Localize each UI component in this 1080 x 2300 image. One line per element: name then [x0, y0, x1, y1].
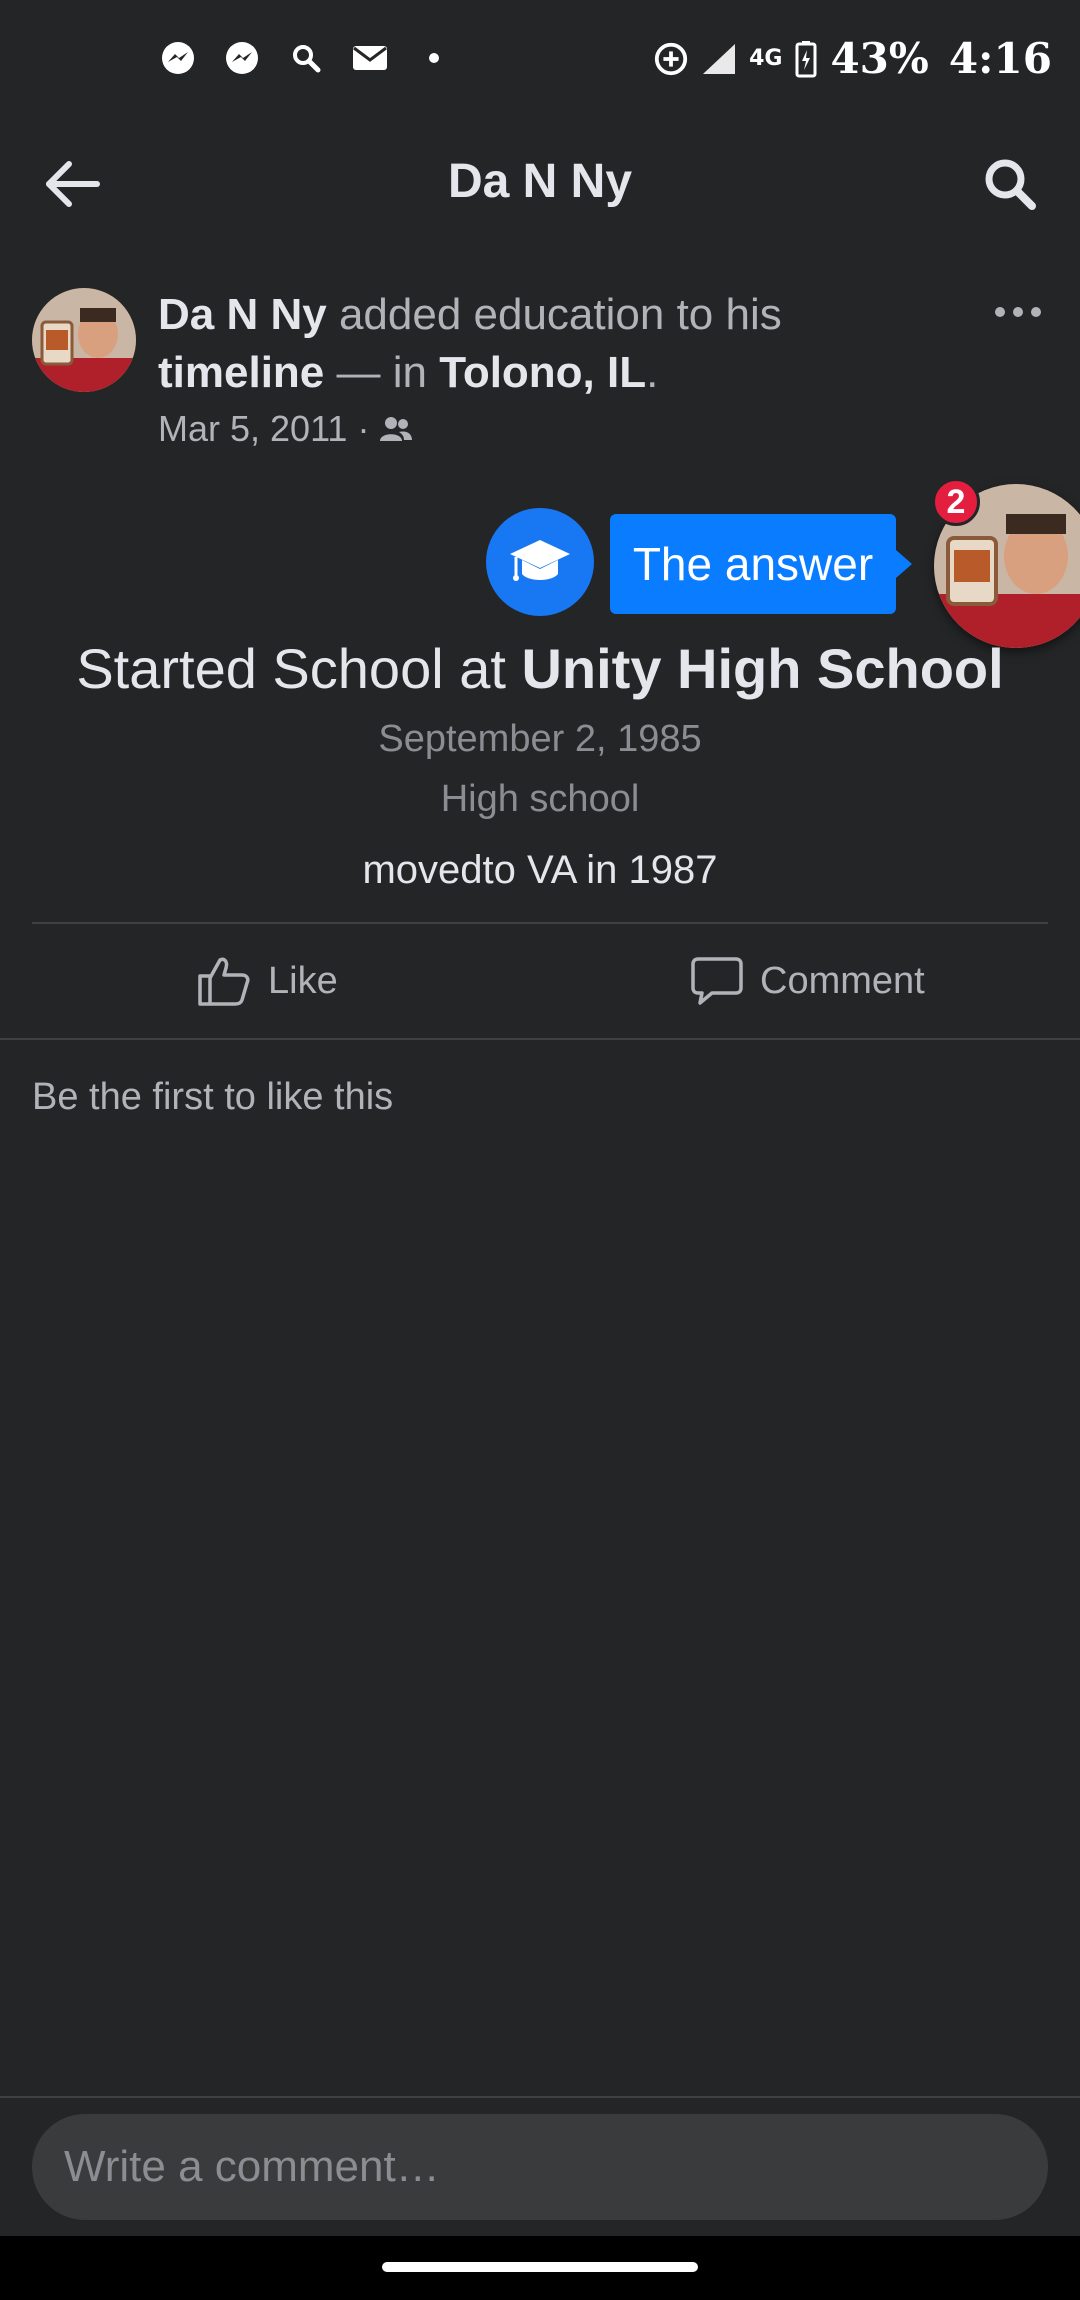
divider [0, 2096, 1080, 2098]
event-date: September 2, 1985 [378, 718, 702, 760]
more-icon [995, 307, 1041, 317]
comment-label: Comment [760, 959, 925, 1002]
network-type: 4G [749, 46, 783, 71]
clock: 4:16 [948, 34, 1052, 83]
comment-button[interactable]: Comment [690, 948, 925, 1014]
author-name[interactable]: Da N Ny [158, 290, 327, 339]
search-icon [288, 40, 324, 76]
post-meta: Mar 5, 2011 · [158, 408, 413, 450]
post-date[interactable]: Mar 5, 2011 · [158, 408, 369, 450]
end-punct: . [646, 348, 659, 397]
thumbs-up-icon [198, 957, 250, 1006]
top-navigation: Da N Ny [0, 130, 1080, 230]
signal-icon [701, 41, 737, 77]
comment-icon [691, 957, 743, 1005]
action-text: added education to his [326, 290, 782, 339]
system-status: 4G 43% 4:16 [653, 34, 1052, 83]
mail-icon [352, 40, 388, 76]
event-title: Started School at Unity High School [0, 636, 1080, 701]
graduation-cap-icon [510, 540, 570, 581]
divider [0, 1038, 1080, 1040]
location-link[interactable]: Tolono, IL [439, 348, 646, 397]
event-type: High school [440, 778, 640, 820]
school-name[interactable]: Unity High School [521, 637, 1003, 700]
event-description: movedto VA in 1987 [362, 848, 718, 892]
search-icon [985, 159, 1036, 210]
page-title: Da N Ny [447, 155, 633, 208]
avatar[interactable] [32, 288, 136, 392]
battery-percent: 43% [830, 34, 929, 83]
like-button[interactable]: Like [196, 948, 338, 1014]
post-header: Da N Ny added education to his timeline … [0, 280, 1080, 450]
chat-bubble[interactable]: The answer [610, 514, 912, 614]
status-bar: 4G 43% 4:16 [0, 0, 1080, 122]
home-gesture-bar[interactable] [382, 2262, 698, 2272]
dot-icon [416, 40, 452, 76]
system-navigation-bar [0, 2236, 1080, 2300]
friends-icon [380, 417, 413, 441]
data-saver-icon [653, 41, 689, 77]
separator-text: — in [324, 348, 440, 397]
more-options-button[interactable] [986, 294, 1050, 330]
unread-badge: 2 [932, 478, 980, 526]
messenger-icon [224, 40, 260, 76]
timeline-link[interactable]: timeline [158, 348, 324, 397]
reactions-summary: Be the first to like this [32, 1076, 394, 1118]
post-actions: Like Comment [0, 924, 1080, 1038]
event-title-prefix: Started School at [76, 637, 522, 700]
messenger-icon [160, 40, 196, 76]
battery-icon [794, 40, 818, 77]
post-headline: Da N Ny added education to his timeline … [158, 286, 958, 402]
notification-icons [160, 40, 452, 76]
education-badge [486, 508, 594, 616]
like-label: Like [268, 959, 338, 1002]
comment-input[interactable] [32, 2114, 1048, 2220]
search-button[interactable] [976, 150, 1044, 218]
